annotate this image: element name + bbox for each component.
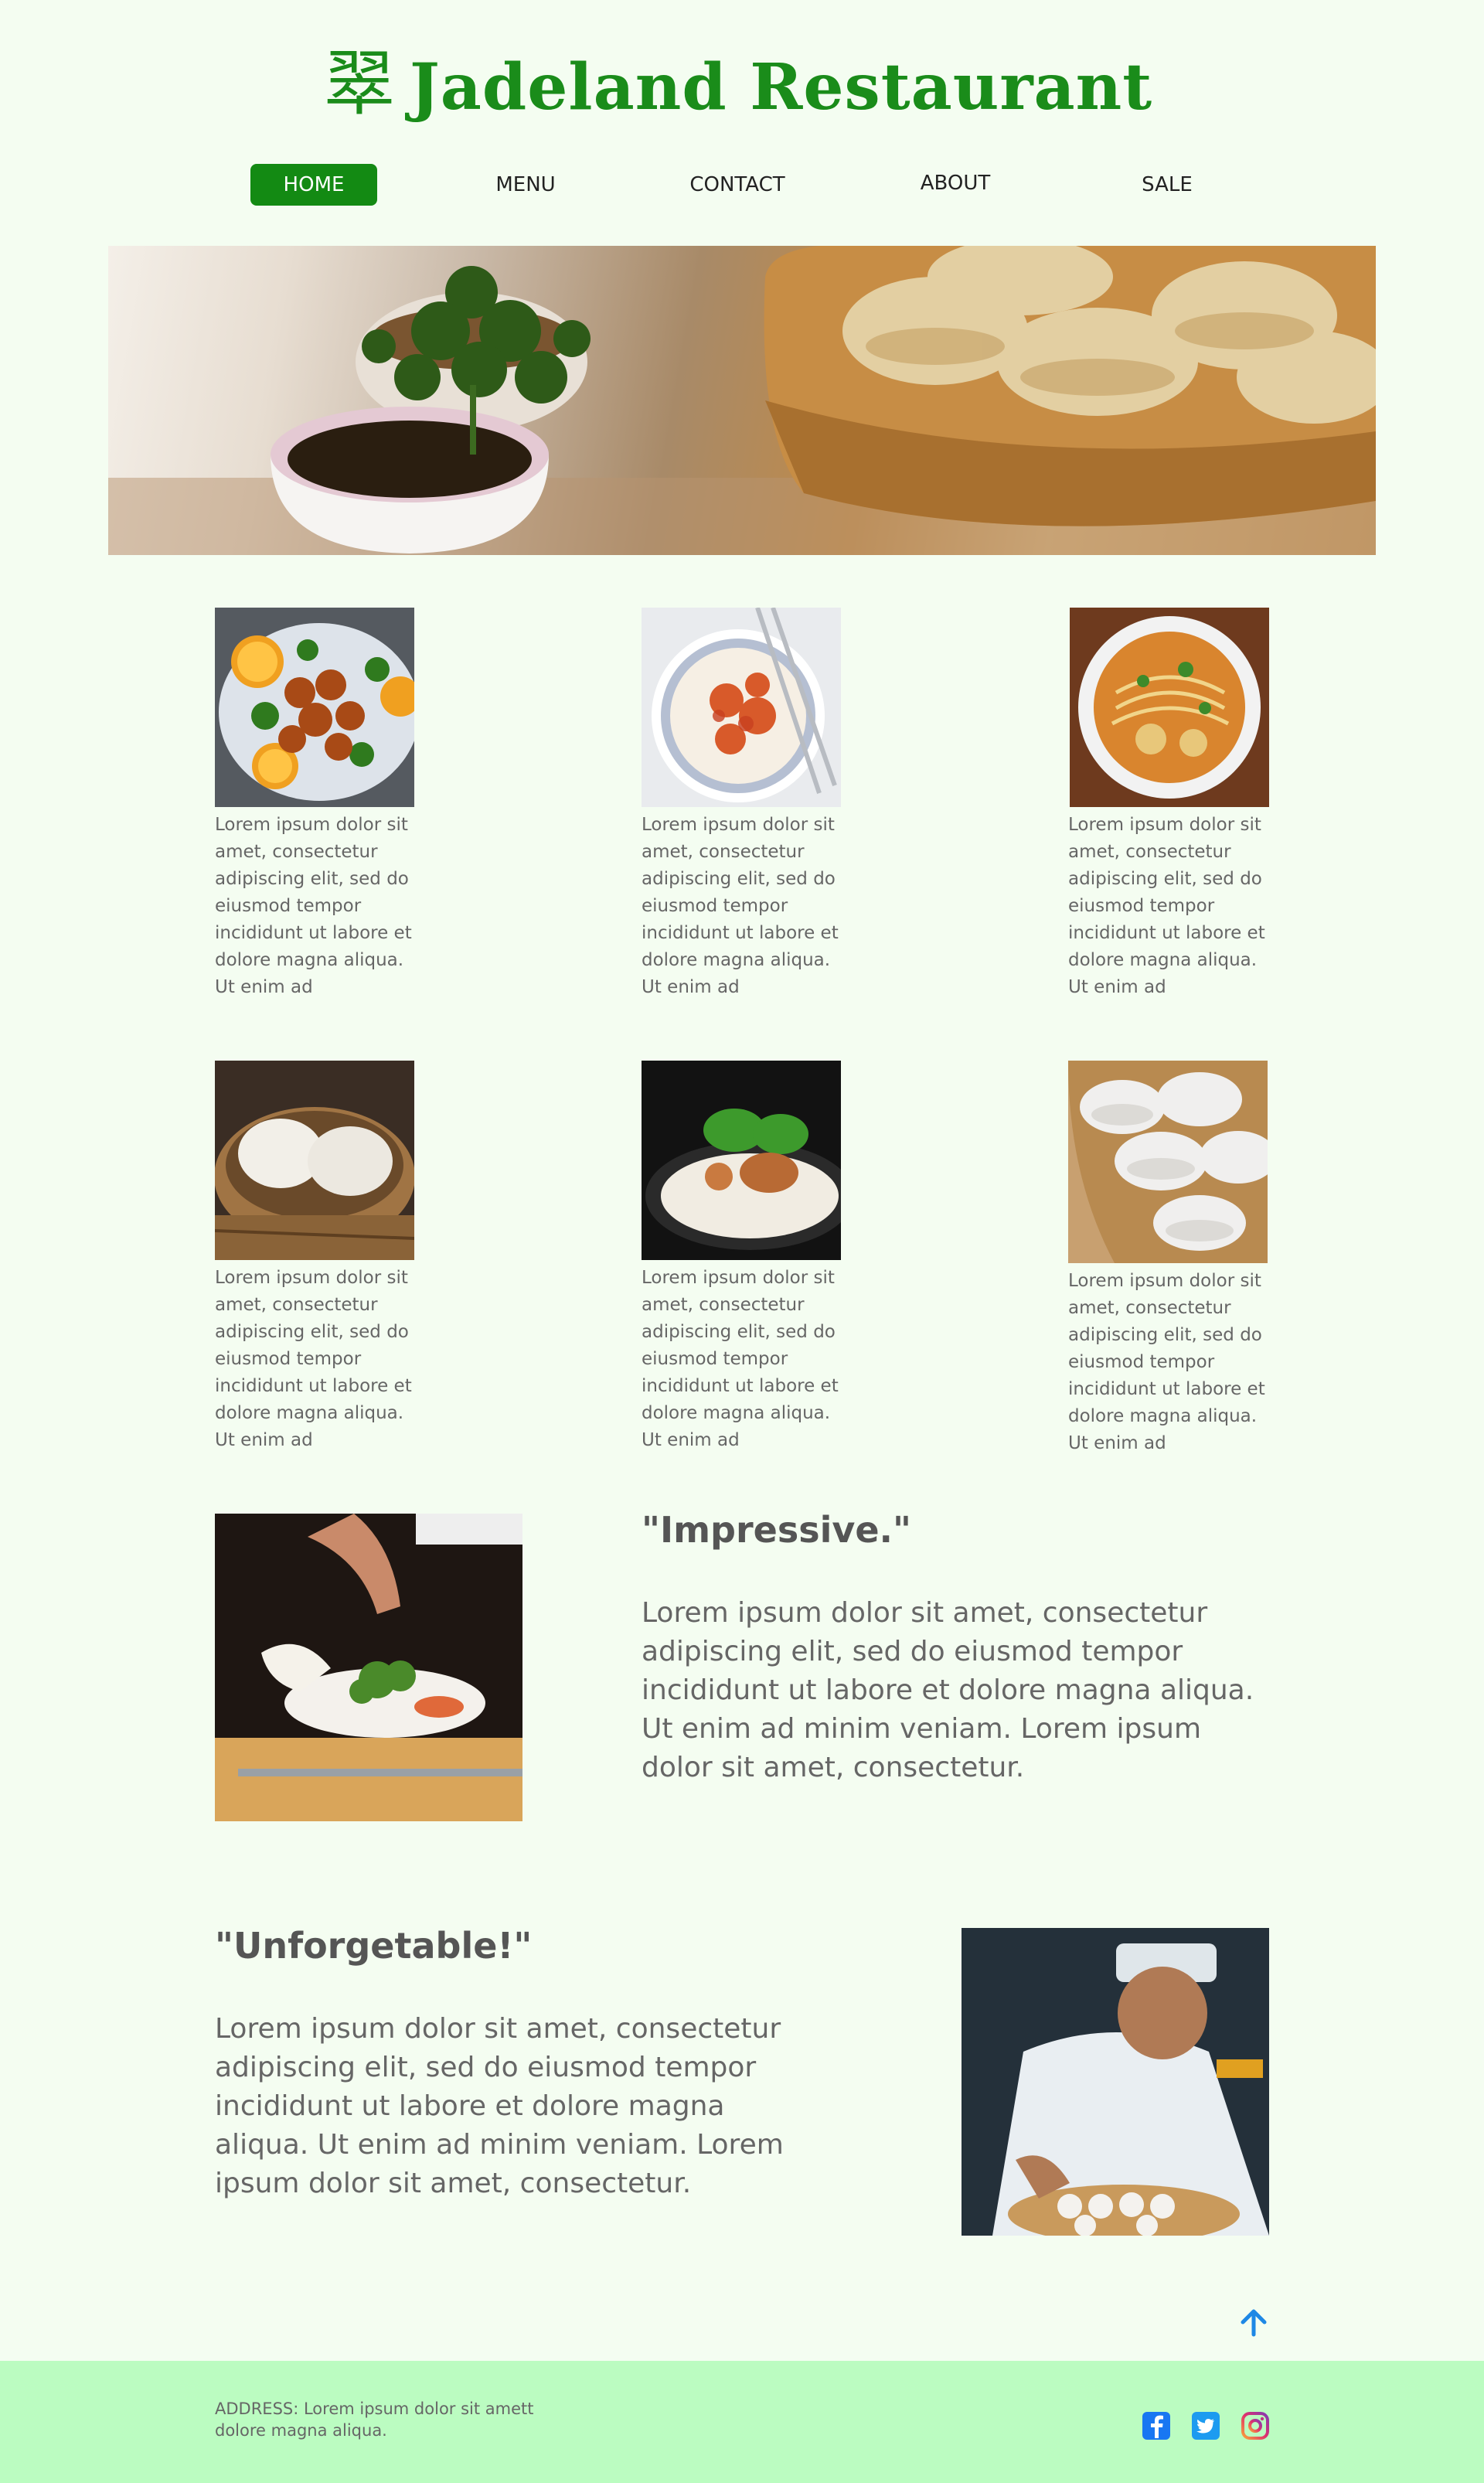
scroll-to-top-icon[interactable] [1235,2304,1272,2341]
dish-description: Lorem ipsum dolor sit amet, consectetur … [215,815,412,997]
hero-image [108,246,1376,555]
testimonial-body: Lorem ipsum dolor sit amet, consectetur … [642,1597,1254,1783]
logo-glyph: 翠 [323,43,395,125]
nav-sale[interactable]: SALE [1098,164,1237,206]
site-title: Jadeland Restaurant [410,50,1153,124]
instagram-icon[interactable] [1240,2410,1271,2441]
dish-image-noodle-pan [642,1061,841,1260]
dish-description: Lorem ipsum dolor sit amet, consectetur … [1068,1271,1265,1453]
dish-image-kimchi-bowl [642,608,841,807]
dish-image-noodle-soup [1070,608,1269,807]
testimonial-body: Lorem ipsum dolor sit amet, consectetur … [215,2013,784,2199]
testimonial-title: "Unforgetable!" [215,1925,533,1967]
dish-image-bao-steamer [215,1061,414,1260]
chef-plating-image [215,1514,522,1821]
facebook-icon[interactable] [1141,2410,1172,2441]
nav-about[interactable]: ABOUT [886,162,1025,204]
chef-dumplings-image [962,1928,1269,2236]
dish-description: Lorem ipsum dolor sit amet, consectetur … [642,815,839,997]
dish-description: Lorem ipsum dolor sit amet, consectetur … [642,1268,839,1450]
nav-contact[interactable]: CONTACT [668,164,807,206]
dish-description: Lorem ipsum dolor sit amet, consectetur … [215,1268,412,1450]
testimonial-title: "Impressive." [642,1509,911,1551]
dish-description: Lorem ipsum dolor sit amet, consectetur … [1068,815,1265,997]
dish-image-orange-chicken [215,608,414,807]
dish-image-dumplings [1068,1061,1268,1263]
nav-menu[interactable]: MENU [456,164,595,206]
nav-home[interactable]: HOME [250,164,377,206]
footer-address: ADDRESS: Lorem ipsum dolor sit amett dol… [215,2400,534,2440]
twitter-icon[interactable] [1190,2410,1221,2441]
